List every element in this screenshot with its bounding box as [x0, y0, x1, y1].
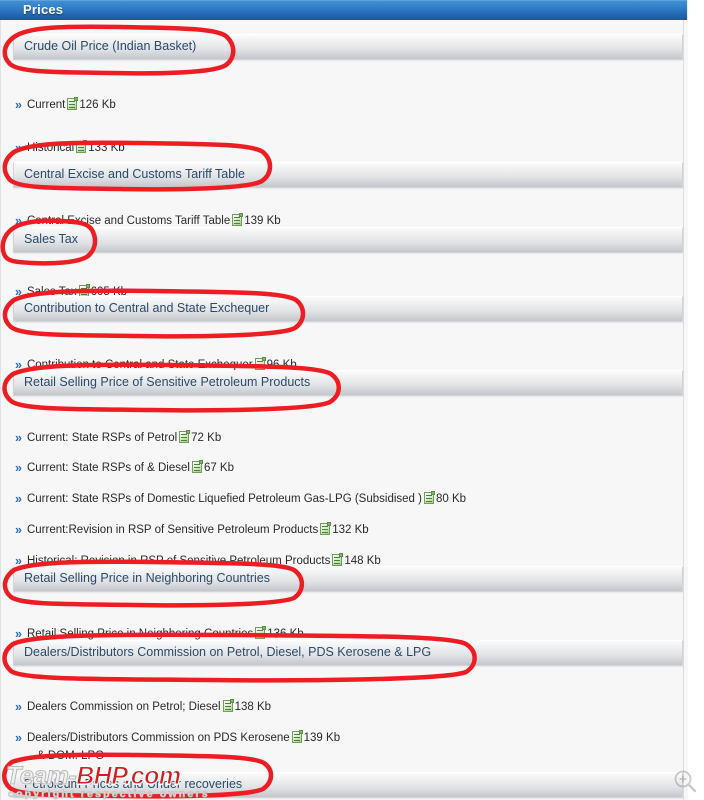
list-item-label: Dealers/Distributors Commission on PDS K… [26, 732, 290, 744]
section-header-contribution-exchequer[interactable]: Contribution to Central and State Excheq… [13, 296, 683, 322]
list-item-label: Historical [26, 142, 75, 154]
file-size: 80 Kb [435, 493, 467, 505]
list-item[interactable]: » Dealers Commission on Petrol; Diesel 138… [15, 699, 272, 714]
excel-file-icon [67, 97, 79, 110]
chevron-double-right-icon: » [15, 700, 22, 714]
list-item-label: Current [26, 99, 66, 111]
list-item[interactable]: » Current: State RSPs of Petrol 72 Kb [15, 430, 222, 445]
list-item-label: Current: State RSPs of & Diesel [26, 462, 190, 474]
prices-page: Prices Crude Oil Price (Indian Basket) »… [0, 0, 704, 800]
file-size: 139 Kb [244, 215, 281, 227]
section-header-sales-tax[interactable]: Sales Tax [13, 227, 683, 253]
excel-file-icon [255, 626, 267, 639]
list-item[interactable]: » Historical 133 Kb [15, 140, 125, 155]
file-size: 72 Kb [191, 432, 222, 444]
list-item[interactable]: » Current 126 Kb [15, 97, 116, 112]
list-item[interactable]: » Current: State RSPs of Domestic Liquefi… [15, 491, 467, 506]
section-header-label: Retail Selling Price of Sensitive Petrol… [24, 375, 311, 389]
list-item[interactable]: » Current: State RSPs of & Diesel 67 Kb [15, 460, 234, 475]
list-item-label: Retail Selling Price in Neighboring Coun… [26, 628, 254, 640]
section-header-label: Dealers/Distributors Commission on Petro… [24, 645, 432, 659]
chevron-double-right-icon: » [15, 523, 22, 537]
excel-file-icon [76, 140, 88, 153]
chevron-double-right-icon: » [15, 627, 22, 641]
section-header-petroleum-prices-under-recoveries[interactable]: Petroleum Prices and Under recoveries [13, 772, 683, 798]
chevron-double-right-icon: » [15, 141, 22, 155]
file-size: 139 Kb [303, 732, 341, 744]
chevron-double-right-icon: » [15, 461, 22, 475]
file-size: 133 Kb [88, 142, 125, 154]
file-size: 132 Kb [332, 524, 369, 536]
list-item[interactable]: » Retail Selling Price in Neighboring Cou… [15, 626, 304, 641]
list-item-label: Current: State RSPs of Petrol [26, 432, 178, 444]
excel-file-icon [320, 522, 332, 535]
section-header-rsp-neighboring-countries[interactable]: Retail Selling Price in Neighboring Coun… [13, 566, 683, 592]
section-header-central-excise-customs-tariff[interactable]: Central Excise and Customs Tariff Table [13, 162, 683, 188]
file-size: 138 Kb [234, 701, 272, 713]
section-header-label: Sales Tax [24, 232, 78, 246]
window-titlebar: Prices [0, 0, 687, 21]
file-size: 126 Kb [79, 99, 116, 111]
excel-file-icon [191, 460, 203, 473]
prices-panel: Crude Oil Price (Indian Basket) » Current… [7, 20, 684, 800]
excel-file-icon [232, 213, 244, 226]
chevron-double-right-icon: » [15, 98, 22, 112]
excel-file-icon [332, 553, 344, 566]
chevron-double-right-icon: » [15, 731, 22, 745]
excel-file-icon [254, 357, 266, 370]
excel-file-icon [423, 491, 435, 504]
section-header-rsp-sensitive-products[interactable]: Retail Selling Price of Sensitive Petrol… [13, 370, 683, 396]
chevron-double-right-icon: » [15, 214, 22, 228]
section-header-dealers-distributors-commission[interactable]: Dealers/Distributors Commission on Petro… [13, 640, 683, 666]
excel-file-icon [179, 430, 191, 443]
list-item-label: Current:Revision in RSP of Sensitive Pet… [26, 524, 319, 536]
section-header-label: Retail Selling Price in Neighboring Coun… [24, 571, 270, 585]
list-item[interactable]: » Central Excise and Customs Tariff Table… [15, 213, 281, 228]
section-header-label: Central Excise and Customs Tariff Table [24, 167, 245, 181]
page-title: Prices [23, 2, 64, 17]
section-header-label: Petroleum Prices and Under recoveries [24, 777, 243, 791]
list-item[interactable]: » Dealers/Distributors Commission on PDS … [15, 730, 341, 745]
excel-file-icon [222, 699, 234, 712]
section-header-label: Crude Oil Price (Indian Basket) [24, 39, 197, 53]
excel-file-icon [291, 730, 303, 743]
file-size: 136 Kb [267, 628, 304, 640]
prices-content: Crude Oil Price (Indian Basket) » Current… [0, 20, 688, 800]
section-header-label: Contribution to Central and State Excheq… [24, 301, 270, 315]
list-item[interactable]: » Current:Revision in RSP of Sensitive Pe… [15, 522, 369, 537]
list-item-continuation: & DOM. LPG [37, 750, 105, 762]
chevron-double-right-icon: » [15, 492, 22, 506]
list-item-label: Dealers Commission on Petrol; Diesel [26, 701, 221, 713]
zoom-in-icon[interactable] [672, 768, 698, 794]
chevron-double-right-icon: » [15, 431, 22, 445]
section-header-crude-oil-price[interactable]: Crude Oil Price (Indian Basket) [13, 34, 683, 60]
list-item-label: Current: State RSPs of Domestic Liquefie… [26, 493, 422, 505]
page-right-gutter [687, 0, 704, 800]
list-item-label: Central Excise and Customs Tariff Table [26, 215, 231, 227]
file-size: 67 Kb [203, 462, 234, 474]
